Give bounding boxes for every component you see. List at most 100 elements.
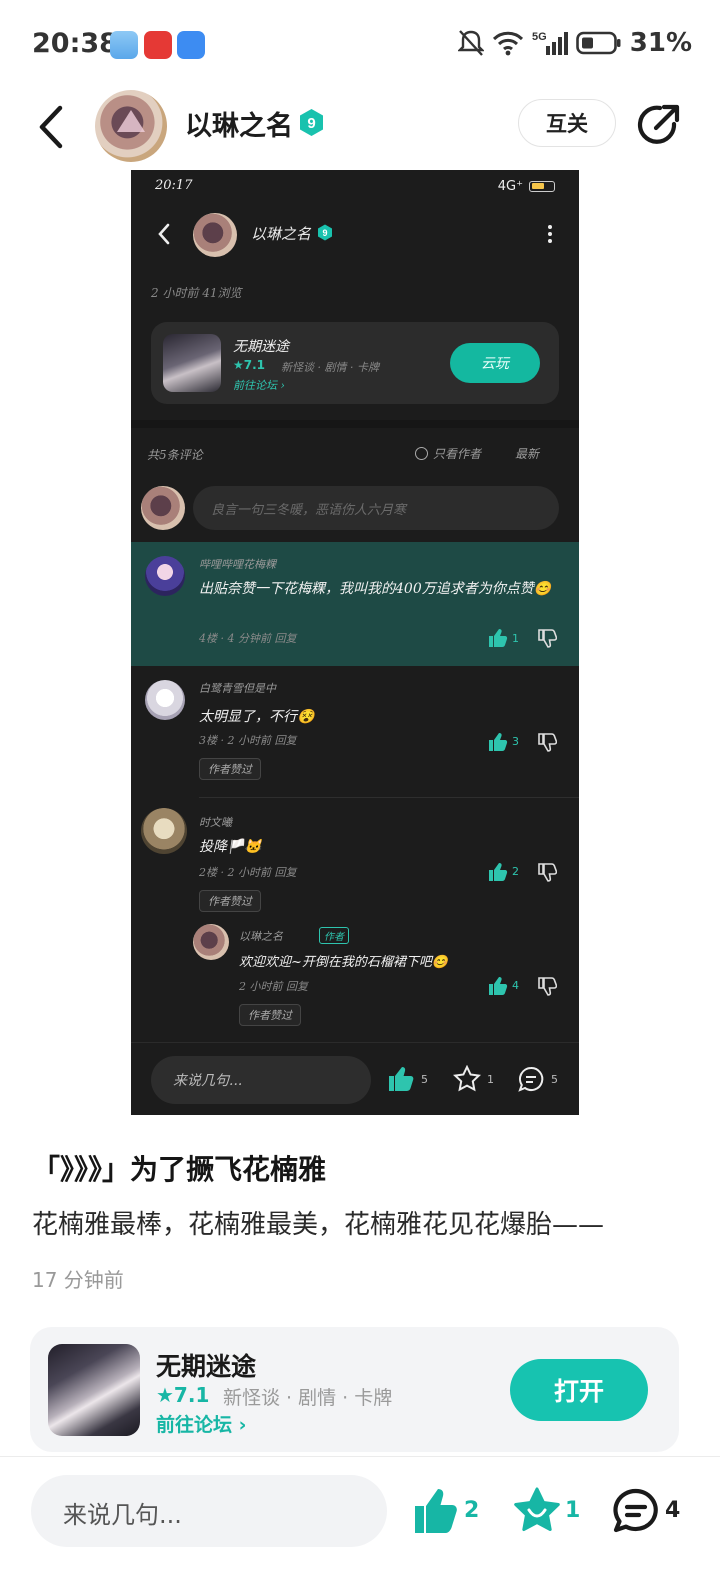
image-comment-text: 欢迎欢迎~开倒在我的石榴裙下吧😊 [239, 955, 449, 970]
level-badge-icon: 9 [300, 109, 323, 136]
battery-icon [575, 31, 621, 55]
image-more-icon [548, 225, 552, 243]
image-comment-meta: 3楼 · 2 小时前 回复 [199, 734, 297, 747]
image-like-count: 1 [512, 632, 519, 645]
image-comment-meta: 2楼 · 2 小时前 回复 [199, 866, 297, 879]
image-level-number: 9 [322, 228, 327, 238]
image-game-rating: ★7.1 [233, 358, 266, 372]
image-bottom-comment-count: 5 [551, 1073, 558, 1086]
image-comment-divider [199, 797, 579, 798]
image-status-time: 20:17 [155, 178, 193, 193]
image-author-liked-tag: 作者赞过 [239, 1004, 301, 1026]
image-comment-count: 共5条评论 [147, 448, 203, 462]
game-tags: 新怪谈 · 剧情 · 卡牌 [223, 1387, 393, 1409]
status-bar: 20:38 5G 31% [0, 0, 720, 90]
image-game-icon [163, 334, 221, 392]
image-author-avatar [193, 213, 237, 257]
image-bottom-like-count: 5 [421, 1073, 428, 1086]
status-right: 5G 31% [457, 28, 692, 58]
image-like-count: 4 [512, 979, 519, 992]
image-author-liked-tag: 作者赞过 [199, 758, 261, 780]
favorite-count: 1 [565, 1498, 581, 1523]
image-like-count: 2 [512, 865, 519, 878]
image-game-tags: 新怪谈 · 剧情 · 卡牌 [281, 361, 379, 374]
share-icon[interactable] [636, 102, 682, 148]
image-bottom-star-icon [453, 1065, 481, 1092]
image-comment-text: 太明显了，不行😵 [199, 709, 315, 725]
image-commenter-avatar [193, 924, 229, 960]
image-status-bar: 20:17 4G⁺ [131, 170, 579, 204]
image-back-icon [158, 223, 170, 245]
battery-percent: 31% [629, 28, 692, 58]
image-game-forum: 前往论坛 › [233, 379, 285, 392]
comment-icon[interactable] [612, 1488, 660, 1534]
wifi-icon [492, 31, 523, 56]
image-comment: 哔哩哔哩花梅粿 出贴奈赞一下花梅粿，我叫我的400万追求者为你点赞😊 4楼 · … [131, 542, 579, 666]
image-dislike-icon [538, 733, 557, 752]
image-bottom-bar: 来说几句... 5 1 5 [131, 1042, 579, 1115]
comment-input[interactable]: 来说几句... [31, 1475, 387, 1547]
bottom-action-bar: 来说几句... 2 1 4 [0, 1460, 720, 1591]
like-icon[interactable] [412, 1486, 462, 1536]
shop-app-icon [177, 31, 205, 59]
image-commenter-avatar [145, 556, 185, 596]
music-app-icon [144, 31, 172, 59]
image-bottom-fav-count: 1 [487, 1073, 494, 1086]
image-bottom-input: 来说几句... [151, 1056, 371, 1104]
image-comment-input: 良言一句三冬暖，恶语伤人六月寒 [193, 486, 559, 530]
image-commenter-avatar [145, 680, 185, 720]
post-time: 17 分钟前 [32, 1268, 124, 1292]
image-comment-text: 投降🏳️🐱 [199, 839, 262, 855]
post-header: 以琳之名 9 互关 [0, 90, 720, 165]
image-comment-text: 出贴奈赞一下花梅粿，我叫我的400万追求者为你点赞😊 [199, 581, 552, 597]
image-radio-icon [415, 447, 428, 460]
image-dislike-icon [538, 629, 557, 648]
back-icon[interactable] [30, 102, 72, 152]
image-bottom-comment-icon [518, 1066, 544, 1092]
post-body: 花楠雅最棒，花楠雅最美，花楠雅花见花爆胎—— [32, 1210, 605, 1240]
image-filter-label: 只看作者 [433, 447, 482, 461]
image-commenter-avatar [141, 808, 187, 854]
image-reply: 以琳之名 作者 欢迎欢迎~开倒在我的石榴裙下吧😊 2 小时前 回复 4 作者赞过 [181, 920, 579, 1035]
game-card[interactable]: 无期迷途 ★7.1 新怪谈 · 剧情 · 卡牌 前往论坛 › 打开 [30, 1327, 679, 1452]
image-filter: 只看作者 [415, 445, 481, 462]
weather-app-icon [110, 31, 138, 59]
game-icon[interactable] [48, 1344, 140, 1436]
image-comment: 时文曦 投降🏳️🐱 2楼 · 2 小时前 回复 2 作者赞过 [131, 800, 579, 920]
svg-text:5G: 5G [532, 31, 547, 43]
image-dislike-icon [538, 977, 557, 996]
author-avatar[interactable] [95, 90, 167, 162]
image-comment-input-row: 良言一句三冬暖，恶语伤人六月寒 [141, 484, 569, 530]
favorite-icon[interactable] [512, 1486, 562, 1536]
image-commenter-name: 时文曦 [199, 816, 232, 829]
author-name[interactable]: 以琳之名 [185, 104, 293, 143]
image-like-count: 3 [512, 735, 519, 748]
divider [0, 1456, 720, 1457]
image-commenter-name: 白鹭青雪但是中 [199, 682, 276, 695]
post-image[interactable]: 20:17 4G⁺ 以琳之名 9 2 小时前 41浏览 无期迷途 ★7.1 新怪… [131, 170, 579, 1115]
image-game-name: 无期迷途 [233, 339, 289, 355]
image-divider [131, 420, 579, 428]
image-author-name: 以琳之名 [251, 225, 312, 243]
image-author-liked-tag: 作者赞过 [199, 890, 261, 912]
image-commenter-name: 以琳之名 [239, 930, 283, 943]
image-bottom-like-icon [389, 1067, 414, 1091]
image-cloud-play-button: 云玩 [450, 343, 540, 383]
level-number: 9 [307, 115, 315, 132]
image-commenter-name: 哔哩哔哩花梅粿 [199, 558, 276, 571]
image-post-meta: 2 小时前 41浏览 [151, 286, 242, 300]
mute-icon [457, 30, 484, 56]
game-forum-link[interactable]: 前往论坛 › [156, 1410, 246, 1437]
image-game-card: 无期迷途 ★7.1 新怪谈 · 剧情 · 卡牌 前往论坛 › 云玩 [151, 322, 559, 404]
comment-count: 4 [665, 1498, 681, 1523]
open-game-button[interactable]: 打开 [510, 1359, 648, 1421]
status-time: 20:38 [32, 28, 118, 59]
image-comment-meta: 4楼 · 4 分钟前 回复 [199, 632, 297, 645]
game-name[interactable]: 无期迷途 [156, 1347, 256, 1383]
image-network: 4G⁺ [497, 179, 523, 194]
image-level-icon: 9 [318, 224, 332, 241]
image-dislike-icon [538, 863, 557, 882]
image-comment: 白鹭青雪但是中 太明显了，不行😵 3楼 · 2 小时前 回复 3 作者赞过 [131, 666, 579, 798]
image-battery-icon [529, 181, 555, 192]
follow-button[interactable]: 互关 [518, 99, 616, 147]
